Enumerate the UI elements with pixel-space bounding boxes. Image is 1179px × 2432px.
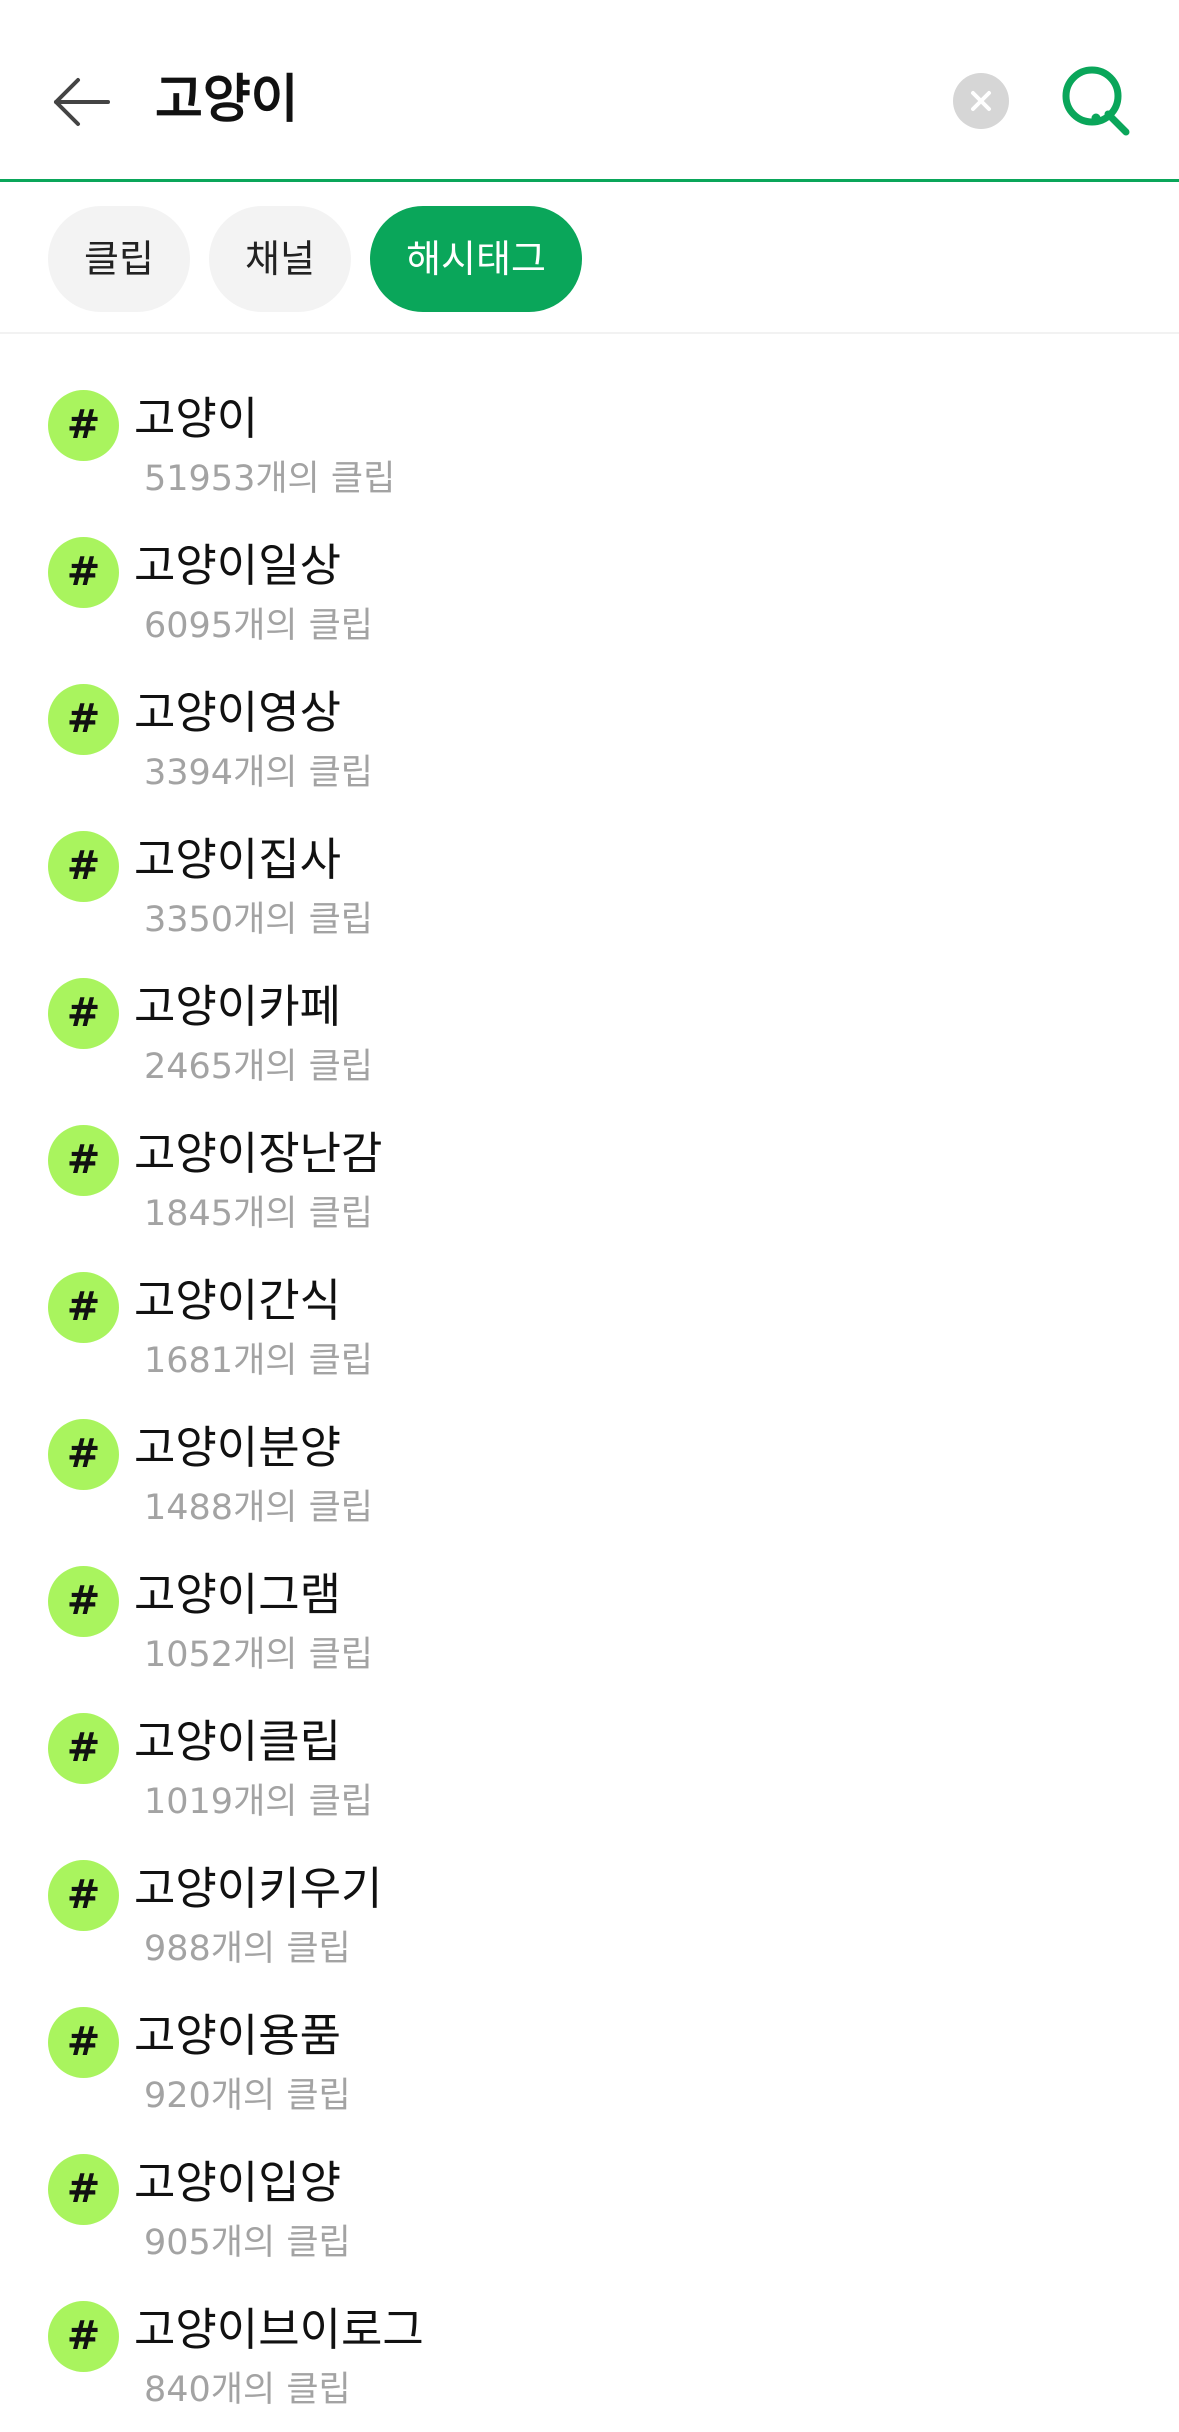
- hashtag-label: 고양이카페: [134, 980, 342, 1033]
- hashtag-label: 고양이클립: [134, 1715, 342, 1768]
- clip-count: 6095개의 클립: [144, 606, 373, 646]
- clip-count: 1845개의 클립: [144, 1194, 373, 1234]
- hashtag-list-item[interactable]: # 고양이 51953개의 클립: [0, 374, 1179, 521]
- hashtag-list-item[interactable]: # 고양이클립 1019개의 클립: [0, 1697, 1179, 1844]
- clip-count: 988개의 클립: [144, 1929, 351, 1969]
- hashtag-label: 고양이장난감: [134, 1127, 383, 1180]
- hashtag-list-item[interactable]: # 고양이간식 1681개의 클립: [0, 1256, 1179, 1403]
- hash-icon: #: [48, 684, 119, 755]
- hash-icon: #: [48, 2154, 119, 2225]
- hashtag-label: 고양이간식: [134, 1274, 342, 1327]
- hash-icon: #: [48, 2301, 119, 2372]
- hash-icon: #: [48, 1125, 119, 1196]
- back-button[interactable]: [50, 70, 114, 134]
- hash-icon: #: [48, 1272, 119, 1343]
- hash-icon: #: [48, 537, 119, 608]
- arrow-left-icon: [54, 78, 110, 126]
- hashtag-label: 고양이입양: [134, 2156, 342, 2209]
- hashtag-list-item[interactable]: # 고양이키우기 988개의 클립: [0, 1844, 1179, 1991]
- hashtag-label: 고양이집사: [134, 833, 342, 886]
- filter-tabs: 클립 채널 해시태그: [0, 182, 1179, 334]
- clip-count: 905개의 클립: [144, 2223, 351, 2263]
- hash-icon: #: [48, 1566, 119, 1637]
- hash-icon: #: [48, 831, 119, 902]
- hashtag-label: 고양이그램: [134, 1568, 342, 1621]
- tab-clip[interactable]: 클립: [48, 206, 190, 312]
- hash-icon: #: [48, 390, 119, 461]
- hashtag-label: 고양이용품: [134, 2009, 342, 2062]
- tab-hashtag[interactable]: 해시태그: [370, 206, 582, 312]
- clip-count: 1052개의 클립: [144, 1635, 373, 1675]
- clip-count: 1488개의 클립: [144, 1488, 373, 1528]
- hashtag-label: 고양이영상: [134, 686, 342, 739]
- clip-count: 51953개의 클립: [144, 459, 396, 499]
- search-icon: [1062, 66, 1130, 136]
- hash-icon: #: [48, 1419, 119, 1490]
- hashtag-list-item[interactable]: # 고양이카페 2465개의 클립: [0, 962, 1179, 1109]
- tab-channel[interactable]: 채널: [209, 206, 351, 312]
- clip-count: 1681개의 클립: [144, 1341, 373, 1381]
- hashtag-list-item[interactable]: # 고양이용품 920개의 클립: [0, 1991, 1179, 2138]
- search-query-text[interactable]: 고양이: [155, 64, 299, 136]
- clip-count: 2465개의 클립: [144, 1047, 373, 1087]
- hashtag-list-item[interactable]: # 고양이일상 6095개의 클립: [0, 521, 1179, 668]
- hashtag-list-item[interactable]: # 고양이입양 905개의 클립: [0, 2138, 1179, 2285]
- clip-count: 1019개의 클립: [144, 1782, 373, 1822]
- search-button[interactable]: [1058, 62, 1134, 138]
- clip-count: 920개의 클립: [144, 2076, 351, 2116]
- hashtag-label: 고양이분양: [134, 1421, 342, 1474]
- hashtag-label: 고양이브이로그: [134, 2303, 424, 2356]
- hash-icon: #: [48, 1860, 119, 1931]
- hashtag-list-item[interactable]: # 고양이장난감 1845개의 클립: [0, 1109, 1179, 1256]
- hashtag-list-item[interactable]: # 고양이영상 3394개의 클립: [0, 668, 1179, 815]
- hash-icon: #: [48, 978, 119, 1049]
- hashtag-label: 고양이일상: [134, 539, 342, 592]
- hashtag-list-item[interactable]: # 고양이브이로그 840개의 클립: [0, 2285, 1179, 2432]
- clip-count: 3394개의 클립: [144, 753, 373, 793]
- hashtag-list-item[interactable]: # 고양이그램 1052개의 클립: [0, 1550, 1179, 1697]
- hashtag-label: 고양이키우기: [134, 1862, 383, 1915]
- hashtag-list-item[interactable]: # 고양이집사 3350개의 클립: [0, 815, 1179, 962]
- clip-count: 840개의 클립: [144, 2370, 351, 2410]
- search-header: 고양이: [0, 0, 1179, 182]
- close-icon: [971, 91, 991, 111]
- clear-search-button[interactable]: [953, 73, 1009, 129]
- hash-icon: #: [48, 1713, 119, 1784]
- hashtag-list-item[interactable]: # 고양이분양 1488개의 클립: [0, 1403, 1179, 1550]
- hashtag-label: 고양이: [134, 392, 259, 445]
- hash-icon: #: [48, 2007, 119, 2078]
- clip-count: 3350개의 클립: [144, 900, 373, 940]
